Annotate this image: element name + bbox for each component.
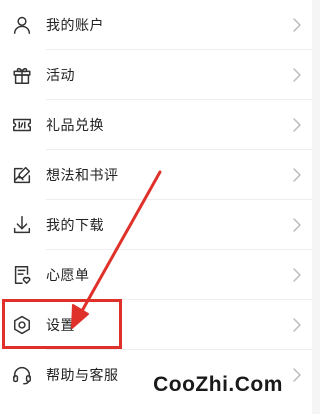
settings-menu-screen: 我的账户 活动 礼品兑换 想法和书评 我的下载 心愿单 设置 帮助与客服 Coo… bbox=[0, 0, 312, 414]
menu-item-label: 我的下载 bbox=[46, 217, 104, 233]
ticket-icon bbox=[11, 114, 33, 136]
menu-item-label: 我的账户 bbox=[46, 17, 104, 33]
menu-item-wishlist[interactable]: 心愿单 bbox=[0, 250, 312, 300]
menu-item-notes-reviews[interactable]: 想法和书评 bbox=[0, 150, 312, 200]
menu-item-label: 礼品兑换 bbox=[46, 117, 104, 133]
menu-item-label: 想法和书评 bbox=[46, 167, 119, 183]
menu-item-activities[interactable]: 活动 bbox=[0, 50, 312, 100]
wishlist-icon bbox=[11, 264, 33, 286]
menu-item-settings[interactable]: 设置 bbox=[0, 300, 312, 350]
download-icon bbox=[11, 214, 33, 236]
chevron-right-icon bbox=[292, 17, 302, 33]
menu-item-label: 活动 bbox=[46, 67, 75, 83]
menu-item-label: 设置 bbox=[46, 317, 75, 333]
chevron-right-icon bbox=[292, 317, 302, 333]
menu-item-account[interactable]: 我的账户 bbox=[0, 0, 312, 50]
chevron-right-icon bbox=[292, 267, 302, 283]
chevron-right-icon bbox=[292, 67, 302, 83]
chevron-right-icon bbox=[292, 217, 302, 233]
gift-icon bbox=[11, 64, 33, 86]
headset-icon bbox=[11, 364, 33, 386]
chevron-right-icon bbox=[292, 117, 302, 133]
user-icon bbox=[11, 14, 33, 36]
chevron-right-icon bbox=[292, 167, 302, 183]
menu-item-downloads[interactable]: 我的下载 bbox=[0, 200, 312, 250]
menu-list: 我的账户 活动 礼品兑换 想法和书评 我的下载 心愿单 设置 帮助与客服 bbox=[0, 0, 312, 400]
menu-item-label: 帮助与客服 bbox=[46, 367, 119, 383]
watermark-text: CooZhi.Com bbox=[153, 373, 283, 396]
menu-item-gift-redeem[interactable]: 礼品兑换 bbox=[0, 100, 312, 150]
watermark: CooZhi.Com bbox=[128, 368, 308, 402]
edit-note-icon bbox=[11, 164, 33, 186]
gear-icon bbox=[11, 314, 33, 336]
menu-item-label: 心愿单 bbox=[46, 267, 90, 283]
